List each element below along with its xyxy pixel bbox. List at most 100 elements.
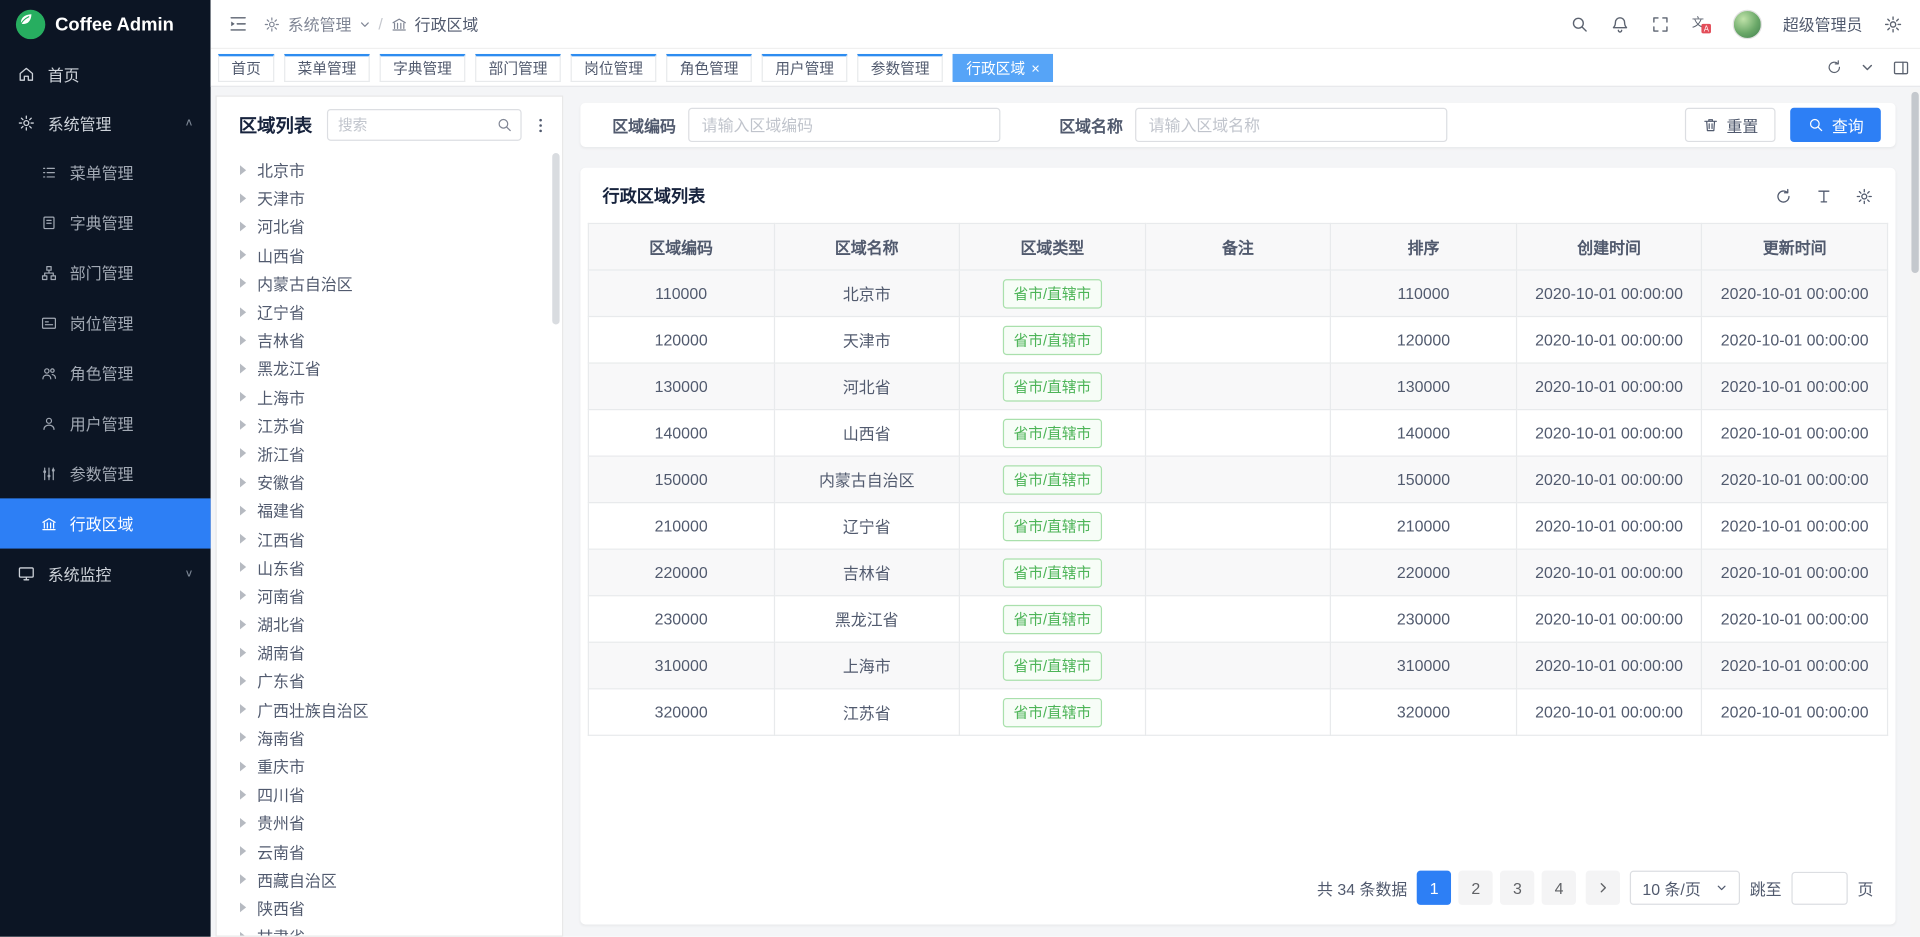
app-logo[interactable]: Coffee Admin	[0, 0, 211, 49]
caret-right-icon[interactable]	[240, 818, 246, 828]
sidebar-item[interactable]: 行政区域	[0, 498, 211, 548]
tab[interactable]: 首页	[218, 53, 274, 81]
tree-node[interactable]: 四川省	[240, 780, 562, 808]
sidebar-item[interactable]: 角色管理	[0, 348, 211, 398]
caret-right-icon[interactable]	[240, 307, 246, 317]
tree-node[interactable]: 北京市	[240, 156, 562, 184]
tab-close-icon[interactable]: ×	[1031, 61, 1040, 76]
sidebar-item[interactable]: 字典管理	[0, 197, 211, 247]
tab[interactable]: 行政区域 ×	[953, 53, 1053, 81]
sidebar-item[interactable]: 用户管理	[0, 398, 211, 448]
page-size-select[interactable]: 10 条/页	[1630, 871, 1740, 905]
more-options-icon[interactable]	[531, 116, 549, 134]
caret-right-icon[interactable]	[240, 392, 246, 402]
tab[interactable]: 角色管理	[666, 53, 752, 81]
tree-node[interactable]: 山西省	[240, 241, 562, 269]
caret-right-icon[interactable]	[240, 903, 246, 913]
refresh-icon[interactable]	[1774, 187, 1792, 205]
table-row[interactable]: 150000 内蒙古自治区 省市/直辖市 150000 2020-10-01 0…	[588, 456, 1887, 503]
translate-icon[interactable]: 文A	[1691, 13, 1712, 34]
tree-node[interactable]: 辽宁省	[240, 297, 562, 325]
jump-page-input[interactable]	[1791, 872, 1847, 905]
tree-node[interactable]: 江西省	[240, 525, 562, 553]
page-button[interactable]: 1	[1417, 871, 1451, 905]
caret-right-icon[interactable]	[240, 676, 246, 686]
tree-node[interactable]: 陕西省	[240, 894, 562, 922]
table-row[interactable]: 230000 黑龙江省 省市/直辖市 230000 2020-10-01 00:…	[588, 596, 1887, 643]
caret-right-icon[interactable]	[240, 420, 246, 430]
table-row[interactable]: 110000 北京市 省市/直辖市 110000 2020-10-01 00:0…	[588, 270, 1887, 317]
sidebar-item[interactable]: 岗位管理	[0, 298, 211, 348]
tree-node[interactable]: 河南省	[240, 581, 562, 609]
table-row[interactable]: 210000 辽宁省 省市/直辖市 210000 2020-10-01 00:0…	[588, 503, 1887, 550]
caret-right-icon[interactable]	[240, 506, 246, 516]
page-button[interactable]: 2	[1459, 871, 1493, 905]
page-button[interactable]: 4	[1542, 871, 1576, 905]
tree-node[interactable]: 海南省	[240, 723, 562, 751]
tab[interactable]: 部门管理	[475, 53, 561, 81]
breadcrumb-root[interactable]: 系统管理	[288, 12, 352, 35]
sidebar-toggle-icon[interactable]	[228, 13, 249, 34]
caret-right-icon[interactable]	[240, 335, 246, 345]
sidebar-item[interactable]: 部门管理	[0, 247, 211, 297]
fullscreen-icon[interactable]	[1651, 14, 1671, 34]
tab-menu-chevron-icon[interactable]	[1860, 60, 1875, 75]
user-avatar[interactable]	[1733, 9, 1762, 38]
page-button[interactable]: 3	[1500, 871, 1534, 905]
tree-node[interactable]: 湖北省	[240, 610, 562, 638]
tab[interactable]: 用户管理	[762, 53, 848, 81]
search-icon[interactable]	[1570, 14, 1590, 34]
sidebar-item[interactable]: 参数管理	[0, 448, 211, 498]
tree-node[interactable]: 吉林省	[240, 326, 562, 354]
layout-panel-icon[interactable]	[1892, 58, 1910, 76]
table-row[interactable]: 310000 上海市 省市/直辖市 310000 2020-10-01 00:0…	[588, 642, 1887, 689]
tree-node[interactable]: 天津市	[240, 184, 562, 212]
sidebar-item[interactable]: 系统监控 ∨	[0, 549, 211, 598]
tab[interactable]: 岗位管理	[571, 53, 657, 81]
tree-node[interactable]: 甘肃省	[240, 922, 562, 936]
caret-right-icon[interactable]	[240, 704, 246, 714]
settings-gear-icon[interactable]	[1883, 14, 1903, 34]
caret-right-icon[interactable]	[240, 193, 246, 203]
tree-scrollbar-thumb[interactable]	[552, 153, 559, 324]
tree-node[interactable]: 贵州省	[240, 809, 562, 837]
caret-right-icon[interactable]	[240, 165, 246, 175]
next-page-button[interactable]	[1586, 871, 1620, 905]
tree-node[interactable]: 浙江省	[240, 439, 562, 467]
tree-search-button[interactable]	[489, 110, 521, 139]
caret-right-icon[interactable]	[240, 647, 246, 657]
caret-right-icon[interactable]	[240, 591, 246, 601]
caret-right-icon[interactable]	[240, 619, 246, 629]
caret-right-icon[interactable]	[240, 761, 246, 771]
tree-node[interactable]: 西藏自治区	[240, 865, 562, 893]
caret-right-icon[interactable]	[240, 846, 246, 856]
text-size-icon[interactable]	[1815, 187, 1833, 205]
code-input[interactable]	[688, 108, 1000, 142]
tree-node[interactable]: 上海市	[240, 383, 562, 411]
column-settings-gear-icon[interactable]	[1855, 187, 1873, 205]
tab[interactable]: 菜单管理	[284, 53, 370, 81]
caret-right-icon[interactable]	[240, 534, 246, 544]
caret-right-icon[interactable]	[240, 222, 246, 232]
reset-button[interactable]: 重置	[1685, 108, 1776, 142]
notification-bell-icon[interactable]	[1610, 14, 1630, 34]
tree-node[interactable]: 湖南省	[240, 638, 562, 666]
caret-right-icon[interactable]	[240, 931, 246, 935]
tree-node[interactable]: 福建省	[240, 496, 562, 524]
table-row[interactable]: 140000 山西省 省市/直辖市 140000 2020-10-01 00:0…	[588, 410, 1887, 457]
sidebar-item[interactable]: 首页	[0, 49, 211, 98]
tree-node[interactable]: 江苏省	[240, 411, 562, 439]
name-input[interactable]	[1135, 108, 1447, 142]
caret-right-icon[interactable]	[240, 733, 246, 743]
user-name[interactable]: 超级管理员	[1783, 12, 1863, 35]
tab[interactable]: 参数管理	[857, 53, 943, 81]
caret-right-icon[interactable]	[240, 364, 246, 374]
caret-right-icon[interactable]	[240, 875, 246, 885]
tree-node[interactable]: 内蒙古自治区	[240, 269, 562, 297]
caret-right-icon[interactable]	[240, 477, 246, 487]
scrollbar-thumb[interactable]	[1911, 92, 1918, 273]
refresh-icon[interactable]	[1826, 59, 1843, 76]
tree-node[interactable]: 云南省	[240, 837, 562, 865]
search-button[interactable]: 查询	[1790, 108, 1881, 142]
caret-right-icon[interactable]	[240, 278, 246, 288]
